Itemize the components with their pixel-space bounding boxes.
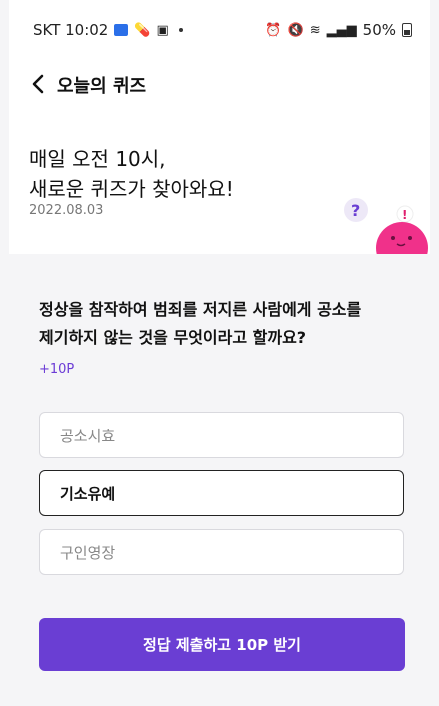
pill-icon: 💊 bbox=[134, 22, 151, 38]
status-bar: SKT 10:02 💊 ▣ ⏰ 🔇 ≋ ▂▄▆ 50% bbox=[9, 18, 430, 46]
battery-icon bbox=[402, 23, 412, 37]
submit-answer-button[interactable]: 정답 제출하고 10P 받기 bbox=[39, 618, 405, 671]
quiz-question: 정상을 참작하여 범죄를 저지른 사람에게 공소를 제기하지 않는 것을 무엇이… bbox=[39, 296, 409, 352]
question-line-2: 제기하지 않는 것을 무엇이라고 할까요? bbox=[39, 328, 307, 347]
mute-icon: 🔇 bbox=[287, 22, 304, 38]
answer-option-1[interactable]: 공소시효 bbox=[39, 412, 404, 458]
page-title: 오늘의 퀴즈 bbox=[57, 76, 147, 97]
question-line-1: 정상을 참작하여 범죄를 저지른 사람에게 공소를 bbox=[39, 300, 362, 319]
intro-headline: 매일 오전 10시, 새로운 퀴즈가 찾아와요! bbox=[29, 144, 234, 204]
quiz-date: 2022.08.03 bbox=[29, 203, 104, 218]
wifi-icon: ≋ bbox=[309, 22, 321, 38]
back-button[interactable] bbox=[27, 72, 51, 96]
battery-percent: 50% bbox=[362, 21, 396, 39]
app-header: 오늘의 퀴즈 bbox=[9, 70, 430, 100]
reward-points: +10P bbox=[39, 362, 75, 377]
svg-text:?: ? bbox=[351, 201, 360, 220]
intro-line-1: 매일 오전 10시, bbox=[29, 147, 166, 171]
carrier-time: SKT 10:02 bbox=[33, 21, 109, 39]
answer-option-2-selected[interactable]: 기소유예 bbox=[39, 470, 404, 516]
quiz-mascot-illustration: ? ! bbox=[330, 190, 430, 254]
intro-line-2: 새로운 퀴즈가 찾아와요! bbox=[29, 177, 234, 201]
top-panel: SKT 10:02 💊 ▣ ⏰ 🔇 ≋ ▂▄▆ 50% 오늘의 퀴즈 매일 오전… bbox=[9, 0, 430, 254]
svg-text:!: ! bbox=[402, 208, 407, 222]
alarm-icon: ⏰ bbox=[265, 22, 282, 38]
signal-icon: ▂▄▆ bbox=[326, 22, 357, 38]
chevron-left-icon bbox=[32, 74, 44, 94]
image-icon: ▣ bbox=[156, 22, 169, 38]
app-notification-icon bbox=[114, 24, 129, 36]
answer-option-3[interactable]: 구인영장 bbox=[39, 529, 404, 575]
more-notifications-icon bbox=[178, 28, 183, 32]
